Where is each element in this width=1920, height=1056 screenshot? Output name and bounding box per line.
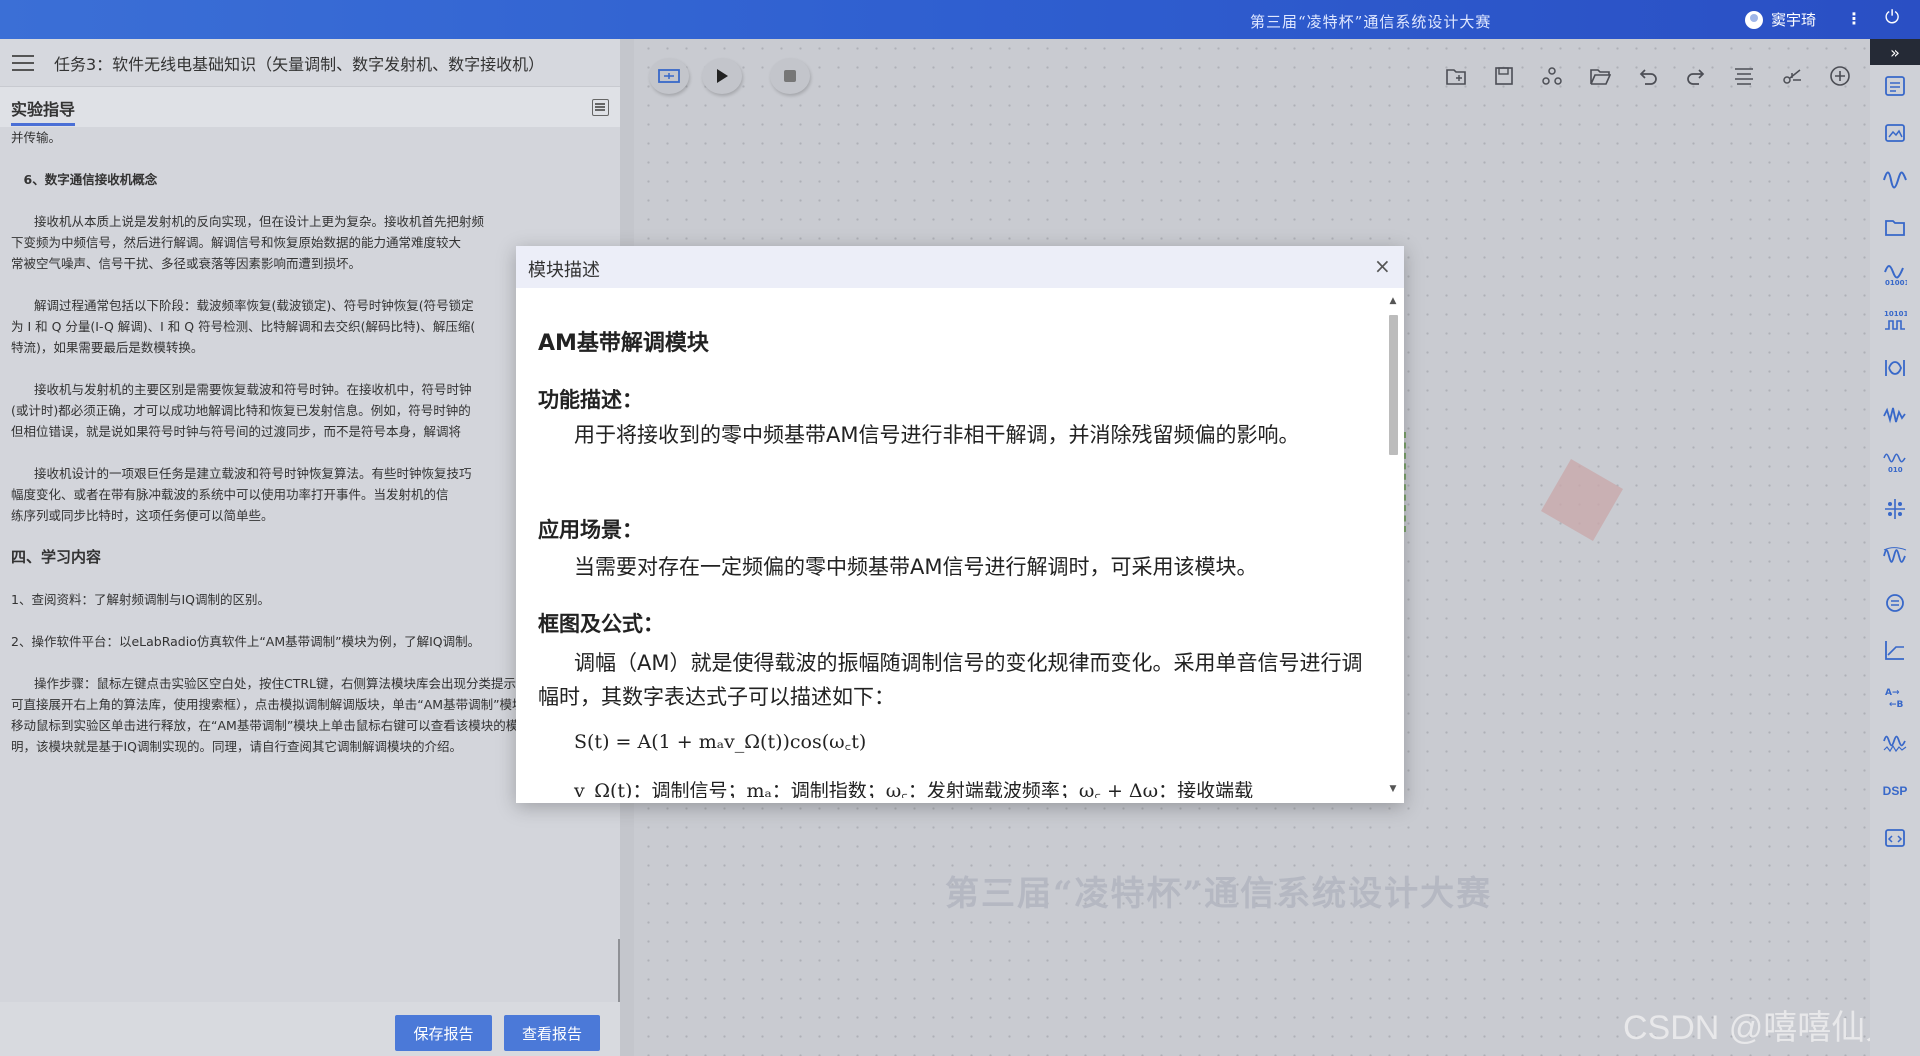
task-title-bar: 任务3：软件无线电基础知识（矢量调制、数字发射机、数字接收机） xyxy=(0,39,620,87)
contest-title: 第三届“凌特杯”通信系统设计大赛 xyxy=(1250,13,1492,31)
canvas-toolbar xyxy=(636,39,1870,115)
step-response-icon[interactable] xyxy=(1883,638,1907,662)
more-options-icon[interactable]: ⋮ xyxy=(1846,9,1862,28)
section-scenario-heading: 应用场景： xyxy=(538,518,643,542)
digital-signal-icon[interactable]: 01001 xyxy=(1883,262,1907,286)
module-description-dialog: 模块描述 × AM基带解调模块 功能描述： 用于将接收到的零中频基带AM信号进行… xyxy=(516,246,1404,803)
convert-ab-icon[interactable]: A→ ←B xyxy=(1883,685,1907,709)
section-function-heading: 功能描述： xyxy=(538,388,643,412)
dialog-header: 模块描述 × xyxy=(516,246,1404,288)
function-description: 用于将接收到的零中频基带AM信号进行非相干解调，并消除残留频偏的影响。 xyxy=(574,423,1300,447)
doc-line: 并传输。 xyxy=(11,130,62,145)
align-icon[interactable] xyxy=(1731,63,1757,89)
filter-icon[interactable] xyxy=(1883,356,1907,380)
library-list-icon[interactable] xyxy=(1883,74,1907,98)
run-button[interactable] xyxy=(702,58,742,94)
save-icon[interactable] xyxy=(1491,63,1517,89)
scenario-description: 当需要对存在一定频偏的零中频基带AM信号进行解调时，可采用该模块。 xyxy=(574,555,1258,579)
module-title: AM基带解调模块 xyxy=(538,331,709,356)
stop-icon xyxy=(784,70,796,82)
tab-experiment-guide[interactable]: 实验指导 xyxy=(11,96,75,120)
top-bar: 第三届“凌特杯”通信系统设计大赛 窦宇琦 ⋮ ⏻ xyxy=(0,0,1920,39)
view-report-button[interactable]: 查看报告 xyxy=(504,1015,600,1051)
report-icon[interactable] xyxy=(592,99,609,116)
add-icon[interactable] xyxy=(1827,63,1853,89)
menu-icon[interactable] xyxy=(12,54,34,71)
module-library-bar: » 01001 10101 010 A→ ←B DSP xyxy=(1870,39,1920,1056)
power-icon[interactable]: ⏻ xyxy=(1885,7,1899,28)
scroll-up-icon[interactable]: ▲ xyxy=(1386,296,1400,306)
am-formula: S(t) = A(1 + mₐv_Ω(t))cos(ω꜀t) xyxy=(574,731,867,753)
dialog-body: AM基带解调模块 功能描述： 用于将接收到的零中频基带AM信号进行非相干解调，并… xyxy=(538,288,1376,798)
close-icon[interactable]: × xyxy=(1374,254,1391,278)
doc-spacer xyxy=(11,148,609,169)
constellation-icon[interactable] xyxy=(1883,497,1907,521)
guide-header: 实验指导 xyxy=(0,87,620,127)
new-folder-icon[interactable] xyxy=(1443,63,1469,89)
am-wave-icon[interactable] xyxy=(1883,544,1907,568)
stop-button[interactable] xyxy=(770,58,810,94)
fit-view-icon xyxy=(658,69,680,83)
svg-text:←B: ←B xyxy=(1889,700,1904,709)
dsp-icon[interactable]: DSP xyxy=(1883,779,1908,803)
modulated-wave-icon[interactable]: 010 xyxy=(1883,450,1907,474)
svg-text:A→: A→ xyxy=(1885,688,1900,698)
svg-text:10101: 10101 xyxy=(1884,310,1907,318)
save-report-button[interactable]: 保存报告 xyxy=(395,1015,492,1051)
library-folder-icon[interactable] xyxy=(1883,215,1907,239)
formula-legend: v_Ω(t)：调制信号；mₐ：调制指数；ω꜀：发射端载波频率；ω꜀ + Δω：接… xyxy=(574,780,1254,798)
sync-icon[interactable] xyxy=(1883,591,1907,615)
report-button-bar: 保存报告 查看报告 xyxy=(0,1002,620,1056)
module-tree-icon[interactable] xyxy=(1539,63,1565,89)
connect-icon[interactable] xyxy=(1779,63,1805,89)
user-name: 窦宇琦 xyxy=(1771,11,1817,29)
user-menu[interactable]: 窦宇琦 xyxy=(1745,9,1816,30)
doc-spacer xyxy=(11,190,609,211)
formula-description: 调幅（AM）就是使得载波的振幅随调制信号的变化规律而变化。采用单音信号进行调幅时… xyxy=(538,651,1363,709)
binary-pulse-icon[interactable]: 10101 xyxy=(1883,309,1907,333)
scroll-down-icon[interactable]: ▼ xyxy=(1386,784,1400,794)
canvas-watermark: 第三届“凌特杯”通信系统设计大赛 xyxy=(945,874,1493,914)
undo-icon[interactable] xyxy=(1635,63,1661,89)
task-title: 任务3：软件无线电基础知识（矢量调制、数字发射机、数字接收机） xyxy=(54,54,545,74)
section-formula-heading: 框图及公式： xyxy=(538,612,664,636)
tab-underline xyxy=(11,123,75,126)
dialog-scrollbar[interactable]: ▲ ▼ xyxy=(1386,296,1400,794)
dialog-title: 模块描述 xyxy=(528,260,600,281)
code-icon[interactable] xyxy=(1883,826,1907,850)
csdn-watermark: CSDN @嘻嘻仙人 xyxy=(1623,1009,1900,1047)
svg-text:01001: 01001 xyxy=(1885,279,1907,286)
channel-wave-icon[interactable] xyxy=(1883,732,1907,756)
doc-line: 接收机从本质上说是发射机的反向实现，但在设计上更为复杂。接收机首先把射频 xyxy=(34,214,485,229)
play-icon xyxy=(717,69,728,83)
open-folder-icon[interactable] xyxy=(1587,63,1613,89)
redo-icon[interactable] xyxy=(1683,63,1709,89)
scroll-thumb[interactable] xyxy=(1389,315,1398,455)
collapse-library-icon[interactable]: » xyxy=(1870,39,1920,65)
fit-view-button[interactable] xyxy=(649,58,689,94)
noise-wave-icon[interactable] xyxy=(1883,403,1907,427)
doc-line: 6、数字通信接收机概念 xyxy=(11,172,158,187)
library-image-icon[interactable] xyxy=(1883,121,1907,145)
svg-text:010: 010 xyxy=(1888,466,1903,474)
user-avatar-icon xyxy=(1745,10,1763,29)
analog-wave-icon[interactable] xyxy=(1883,168,1907,192)
